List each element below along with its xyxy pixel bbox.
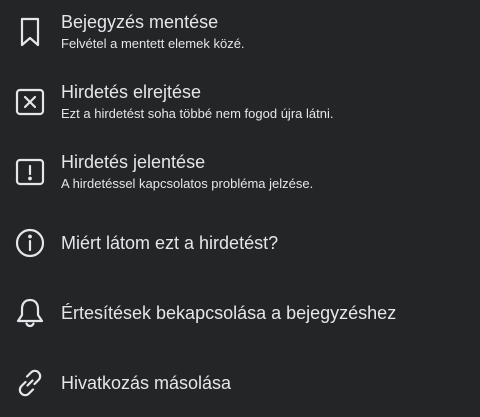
turn-on-notifications-menu-item[interactable]: Értesítések bekapcsolása a bejegyzéshez [0, 280, 480, 346]
link-icon [14, 367, 46, 399]
report-alert-icon [14, 156, 46, 188]
bell-icon [14, 297, 46, 329]
report-ad-description: A hirdetéssel kapcsolatos probléma jelzé… [61, 176, 314, 191]
turn-on-notifications-title: Értesítések bekapcsolása a bejegyzéshez [61, 303, 397, 323]
save-post-description: Felvétel a mentett elemek közé. [61, 36, 245, 51]
hide-ad-title: Hirdetés elrejtése [61, 82, 202, 102]
save-post-menu-item[interactable]: Bejegyzés mentése Felvétel a mentett ele… [0, 0, 480, 66]
why-seeing-ad-menu-item[interactable]: Miért látom ezt a hirdetést? [0, 210, 480, 276]
copy-link-menu-item[interactable]: Hivatkozás másolása [0, 350, 480, 416]
hide-ad-menu-item[interactable]: Hirdetés elrejtése Ezt a hirdetést soha … [0, 70, 480, 136]
report-ad-menu-item[interactable]: Hirdetés jelentése A hirdetéssel kapcsol… [0, 140, 480, 206]
close-box-icon [14, 86, 46, 118]
hide-ad-description: Ezt a hirdetést soha többé nem fogod újr… [61, 106, 334, 121]
copy-link-title: Hivatkozás másolása [61, 373, 232, 393]
info-icon [14, 227, 46, 259]
post-options-menu: Bejegyzés mentése Felvétel a mentett ele… [0, 0, 480, 417]
why-seeing-ad-title: Miért látom ezt a hirdetést? [61, 233, 279, 253]
save-post-title: Bejegyzés mentése [61, 12, 219, 32]
bookmark-icon [14, 16, 46, 48]
report-ad-title: Hirdetés jelentése [61, 152, 206, 172]
